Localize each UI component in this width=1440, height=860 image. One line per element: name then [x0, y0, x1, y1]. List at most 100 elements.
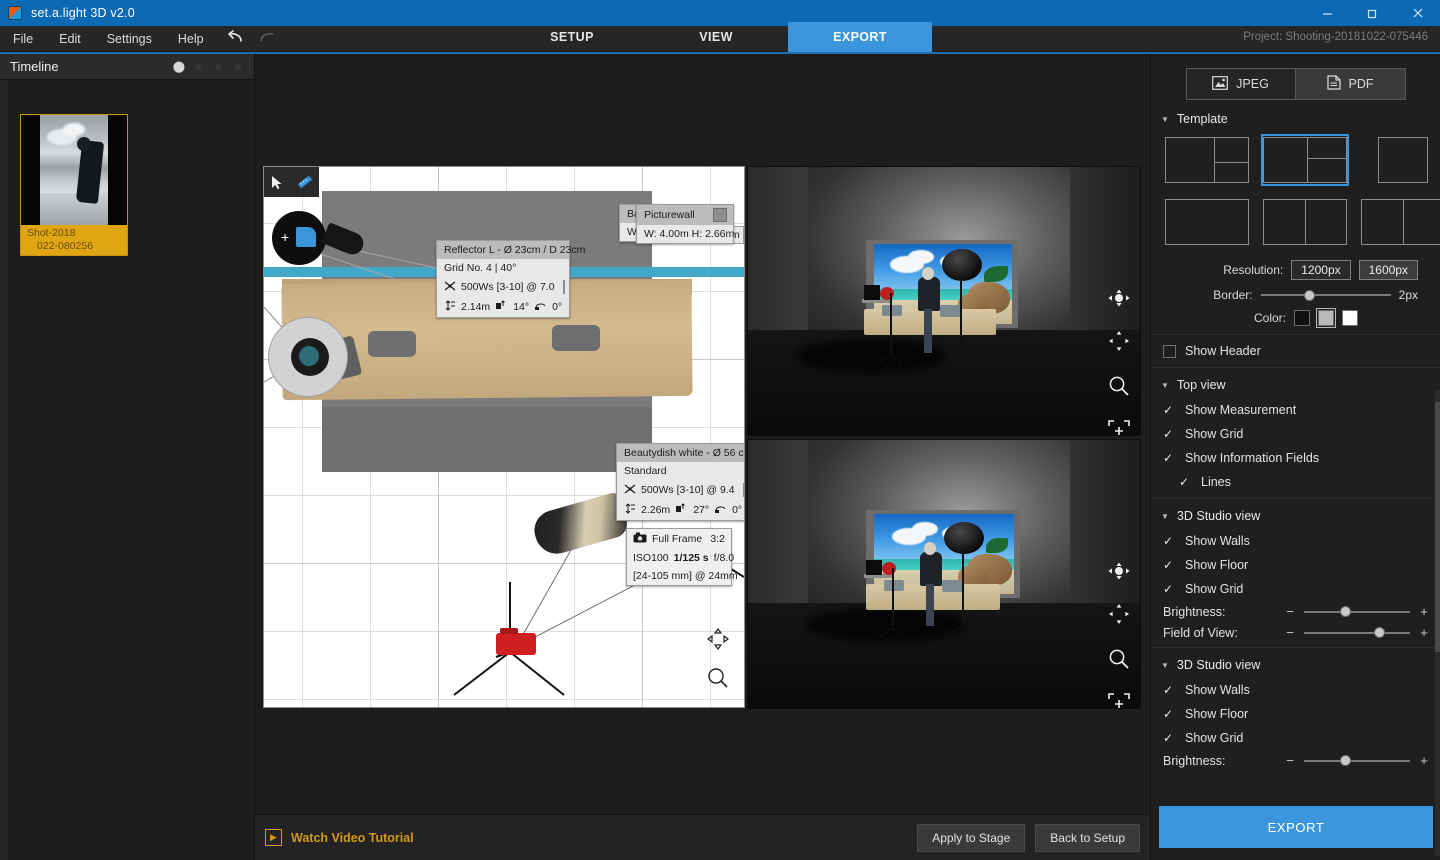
- check-studio1-show-walls[interactable]: ✓ Show Walls: [1151, 529, 1440, 553]
- star-icon-3[interactable]: ★: [232, 59, 244, 75]
- check-studio2-show-walls[interactable]: ✓ Show Walls: [1151, 678, 1440, 702]
- info-reflector-rotation: 0°: [552, 301, 563, 313]
- minus-icon[interactable]: −: [1284, 625, 1296, 640]
- info-reflector-tilt: 14°: [513, 301, 530, 313]
- show-header-checkbox[interactable]: Show Header: [1151, 339, 1440, 363]
- menu-file[interactable]: File: [0, 26, 46, 52]
- project-title: Project: Shooting-20181022-075446: [1243, 31, 1428, 43]
- tab-view[interactable]: VIEW: [644, 22, 788, 52]
- star-icon-2[interactable]: ★: [213, 59, 225, 75]
- orbit-icon[interactable]: [1108, 562, 1130, 583]
- info-camera-exposure-row: ISO100 1/125 s f/8.0: [627, 549, 734, 567]
- plus-icon[interactable]: +: [1418, 604, 1430, 619]
- check-icon: ✓: [1163, 706, 1174, 721]
- camera-marker[interactable]: [496, 628, 536, 655]
- check-label: Show Grid: [1185, 582, 1244, 596]
- info-beautydish-power-row: 500Ws [3-10] @ 9.4: [617, 480, 744, 500]
- model-marker[interactable]: [268, 317, 348, 397]
- fov-slider[interactable]: [1304, 627, 1410, 639]
- color-swatch-black[interactable]: [1294, 310, 1310, 326]
- fit-icon[interactable]: [1108, 693, 1130, 708]
- brightness-slider[interactable]: [1304, 755, 1410, 767]
- template-option-1[interactable]: [1163, 134, 1251, 186]
- undo-icon[interactable]: [225, 30, 245, 47]
- export-button[interactable]: EXPORT: [1159, 806, 1433, 848]
- orbit-icon[interactable]: [1108, 289, 1130, 310]
- check-studio1-show-grid[interactable]: ✓ Show Grid: [1151, 577, 1440, 601]
- template-option-3[interactable]: [1359, 134, 1440, 186]
- template-option-4[interactable]: [1163, 196, 1251, 248]
- magnifier-icon[interactable]: [1108, 375, 1130, 400]
- format-pdf-button[interactable]: PDF: [1295, 68, 1406, 100]
- info-picturewall-swatch: [713, 208, 727, 222]
- watch-tutorial-link[interactable]: Watch Video Tutorial: [291, 831, 414, 845]
- apply-to-stage-button[interactable]: Apply to Stage: [917, 823, 1026, 852]
- color-swatch-white[interactable]: [1342, 310, 1358, 326]
- top-view-pane[interactable]: + W: Picturewall W: 4.00m H: 2.66m Refle…: [263, 166, 745, 708]
- template-option-5[interactable]: [1261, 196, 1349, 248]
- check-studio2-show-floor[interactable]: ✓ Show Floor: [1151, 702, 1440, 726]
- brightness-slider[interactable]: [1304, 606, 1410, 618]
- menu-settings[interactable]: Settings: [94, 26, 165, 52]
- template-section-header[interactable]: ▼ Template: [1151, 106, 1440, 132]
- pan-icon[interactable]: [706, 627, 730, 654]
- info-card-picturewall[interactable]: Picturewall W: 4.00m H: 2.66m: [636, 204, 734, 244]
- template-option-6[interactable]: [1359, 196, 1440, 248]
- pan-icon[interactable]: [1108, 330, 1130, 355]
- magnifier-icon[interactable]: [1108, 648, 1130, 673]
- check-icon: ✓: [1163, 450, 1174, 465]
- timeline-shot-item[interactable]: Shot-2018 022-080256: [20, 114, 128, 256]
- check-studio1-show-floor[interactable]: ✓ Show Floor: [1151, 553, 1440, 577]
- chevron-down-icon: ▼: [1161, 380, 1169, 390]
- info-beautydish-height: 2.26m: [641, 504, 671, 516]
- minus-icon[interactable]: −: [1284, 753, 1296, 768]
- ruler-icon[interactable]: [291, 167, 318, 197]
- check-icon: ✓: [1163, 426, 1174, 441]
- back-to-setup-button[interactable]: Back to Setup: [1035, 823, 1140, 852]
- studio-section-1-header[interactable]: ▼ 3D Studio view: [1151, 503, 1440, 529]
- image-icon: [1212, 75, 1229, 93]
- plus-icon[interactable]: +: [1418, 753, 1430, 768]
- info-card-camera[interactable]: Full Frame 3:2 ISO100 1/125 s f/8.0 [24-…: [626, 528, 738, 586]
- check-topview-show-grid[interactable]: ✓ Show Grid: [1151, 422, 1440, 446]
- cursor-icon[interactable]: [264, 167, 291, 197]
- eye-icon[interactable]: ⬤: [173, 60, 185, 73]
- resolution-1600-button[interactable]: 1600px: [1358, 260, 1418, 280]
- template-grid: [1151, 132, 1440, 256]
- scrollbar-thumb[interactable]: [1435, 402, 1440, 652]
- studio-section-2-header[interactable]: ▼ 3D Studio view: [1151, 652, 1440, 678]
- resolution-1200-button[interactable]: 1200px: [1291, 260, 1351, 280]
- timeline-header: Timeline ⬤ ★ ★ ★: [0, 54, 254, 80]
- pan-icon[interactable]: [1108, 603, 1130, 628]
- check-show-measurement[interactable]: ✓ Show Measurement: [1151, 398, 1440, 422]
- format-jpeg-button[interactable]: JPEG: [1185, 68, 1296, 100]
- border-slider[interactable]: [1260, 289, 1391, 301]
- menu-edit[interactable]: Edit: [46, 26, 94, 52]
- menu-help[interactable]: Help: [165, 26, 217, 52]
- check-studio2-show-grid[interactable]: ✓ Show Grid: [1151, 726, 1440, 750]
- topview-section-header[interactable]: ▼ Top view: [1151, 372, 1440, 398]
- info-card-beautydish[interactable]: Beautydish white - Ø 56 cm Standard 500W…: [616, 443, 744, 521]
- tab-export[interactable]: EXPORT: [788, 22, 932, 52]
- check-show-information-fields[interactable]: ✓ Show Information Fields: [1151, 446, 1440, 470]
- info-beautydish-tilt: 27°: [693, 504, 710, 516]
- minus-icon[interactable]: −: [1284, 604, 1296, 619]
- check-icon: ✓: [1163, 557, 1174, 572]
- light-marker-reflector[interactable]: +: [272, 211, 326, 265]
- magnifier-icon[interactable]: [706, 666, 730, 693]
- check-lines[interactable]: ✓ Lines: [1151, 470, 1440, 494]
- play-icon[interactable]: ▶: [265, 829, 282, 846]
- chevron-down-icon: ▼: [1161, 660, 1169, 670]
- render-pane-top[interactable]: [747, 166, 1141, 436]
- tilt-icon: [495, 300, 508, 314]
- fit-icon[interactable]: [1108, 420, 1130, 435]
- sidebar-scrollbar[interactable]: [1435, 390, 1440, 856]
- color-swatch-gray[interactable]: [1316, 308, 1336, 328]
- plus-icon[interactable]: +: [1418, 625, 1430, 640]
- star-icon-1[interactable]: ★: [193, 59, 205, 75]
- info-card-reflector[interactable]: Reflector L - Ø 23cm / D 23cm Grid No. 4…: [436, 240, 585, 318]
- template-option-2[interactable]: [1261, 134, 1349, 186]
- render-pane-bottom[interactable]: [747, 439, 1141, 709]
- tab-setup[interactable]: SETUP: [500, 22, 644, 52]
- info-reflector-subtitle: Grid No. 4 | 40°: [444, 262, 517, 274]
